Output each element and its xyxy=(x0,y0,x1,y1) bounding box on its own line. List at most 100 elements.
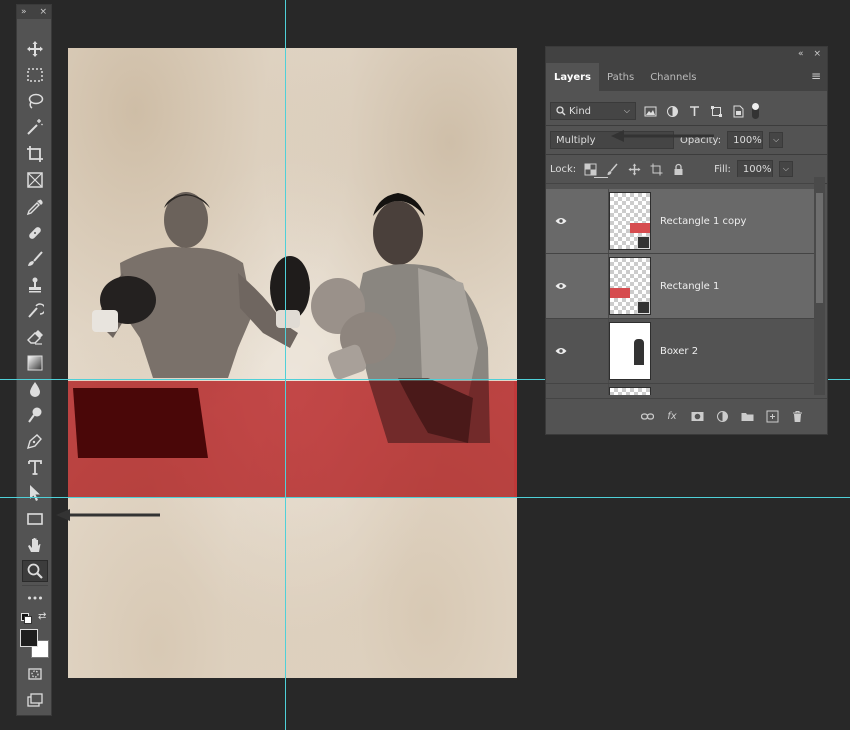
horizontal-guide-bottom[interactable] xyxy=(0,497,850,498)
lock-artboard-icon[interactable] xyxy=(648,161,664,177)
blend-mode-value: Multiply xyxy=(556,134,596,146)
boxer-1-image xyxy=(73,192,490,458)
link-layers-icon[interactable] xyxy=(639,409,655,425)
opacity-dropdown-icon[interactable]: ⌵ xyxy=(769,132,784,148)
lock-image-pixels-icon[interactable] xyxy=(604,161,620,177)
rectangle-edge-glow xyxy=(514,381,517,498)
swap-colors-icon[interactable]: ⇄ xyxy=(38,611,46,622)
lock-transparent-pixels-icon[interactable] xyxy=(582,161,598,177)
eyedropper-tool[interactable] xyxy=(22,196,48,218)
filter-type-icon[interactable] xyxy=(686,103,702,119)
tools-panel-header: » × xyxy=(17,5,51,19)
scrollbar-thumb[interactable] xyxy=(816,193,823,303)
clone-stamp-icon xyxy=(29,277,41,293)
crop-tool[interactable] xyxy=(22,143,48,165)
frame-tool[interactable] xyxy=(22,169,48,191)
pen-tool[interactable] xyxy=(22,430,48,452)
hand-tool[interactable] xyxy=(22,534,48,556)
shape-layer-icon xyxy=(637,301,650,314)
default-colors-icon[interactable] xyxy=(21,613,32,624)
visibility-eye-icon[interactable] xyxy=(546,217,576,225)
frame-icon xyxy=(27,172,43,188)
chevron-down-icon: ⌵ xyxy=(623,106,630,115)
type-tool[interactable] xyxy=(22,456,48,478)
visibility-eye-icon[interactable] xyxy=(546,347,576,355)
pen-icon xyxy=(26,434,42,450)
layer-rectangle-1[interactable]: Rectangle 1 xyxy=(546,254,816,319)
filter-pixel-icon[interactable] xyxy=(642,103,658,119)
filter-kind-value: Kind xyxy=(569,105,592,117)
hand-icon xyxy=(28,538,41,552)
foreground-color-swatch[interactable] xyxy=(20,629,38,647)
document-canvas[interactable] xyxy=(68,48,517,678)
tab-channels[interactable]: Channels xyxy=(642,63,704,91)
rectangle-icon xyxy=(27,513,43,525)
screen-mode-icon xyxy=(27,693,43,707)
link-column xyxy=(576,189,609,253)
layer-name[interactable]: Boxer 2 xyxy=(660,346,698,357)
collapse-icon[interactable]: » xyxy=(21,7,27,17)
magic-wand-tool[interactable] xyxy=(22,116,48,138)
collapse-panel-icon[interactable]: « xyxy=(798,49,804,59)
history-brush-tool[interactable] xyxy=(22,300,48,322)
annotation-arrow-rectangle-tool xyxy=(56,509,160,521)
filter-shape-icon[interactable] xyxy=(708,103,724,119)
quick-mask-icon xyxy=(28,668,42,680)
blur-tool[interactable] xyxy=(22,378,48,400)
crop-icon xyxy=(27,146,43,162)
eraser-tool[interactable] xyxy=(22,326,48,348)
lock-position-icon[interactable] xyxy=(626,161,642,177)
layer-rectangle-1-copy[interactable]: Rectangle 1 copy xyxy=(546,189,816,254)
add-mask-icon[interactable] xyxy=(689,409,705,425)
layer-filter-row: Kind ⌵ xyxy=(546,97,827,125)
close-icon[interactable]: × xyxy=(39,7,47,17)
clone-stamp-tool[interactable] xyxy=(22,274,48,296)
shape-layer-icon xyxy=(637,236,650,249)
new-group-icon[interactable] xyxy=(739,409,755,425)
marquee-tool[interactable] xyxy=(22,64,48,86)
more-tools-icon xyxy=(28,596,42,600)
layer-list-scrollbar[interactable] xyxy=(814,177,825,395)
move-tool[interactable] xyxy=(22,38,48,60)
layer-boxer-2[interactable]: Boxer 2 xyxy=(546,319,816,384)
brush-icon xyxy=(28,251,43,266)
gradient-tool[interactable] xyxy=(22,352,48,374)
path-selection-icon xyxy=(30,485,40,501)
vertical-guide[interactable] xyxy=(285,0,286,730)
quick-mask-button[interactable] xyxy=(22,663,48,685)
filter-adjustment-icon[interactable] xyxy=(664,103,680,119)
layer-name[interactable]: Rectangle 1 copy xyxy=(660,216,746,227)
zoom-tool[interactable] xyxy=(22,560,48,582)
rectangle-1-shape[interactable] xyxy=(68,381,517,498)
visibility-eye-icon[interactable] xyxy=(546,282,576,290)
toolbar-separator xyxy=(22,585,48,586)
layer-thumbnail xyxy=(609,192,651,250)
filter-smart-object-icon[interactable] xyxy=(730,103,746,119)
zoom-icon xyxy=(27,563,43,579)
lock-all-icon[interactable] xyxy=(670,161,686,177)
fill-label: Fill: xyxy=(714,163,731,175)
blur-icon xyxy=(30,382,40,397)
fill-input[interactable]: 100% xyxy=(736,160,773,178)
adjustment-layer-icon[interactable] xyxy=(714,409,730,425)
rectangle-tool[interactable] xyxy=(22,508,48,530)
screen-mode-button[interactable] xyxy=(22,689,48,711)
tab-layers[interactable]: Layers xyxy=(546,63,599,91)
lasso-tool[interactable] xyxy=(22,90,48,112)
close-panel-icon[interactable]: × xyxy=(813,49,821,59)
path-selection-tool[interactable] xyxy=(22,482,48,504)
healing-brush-tool[interactable] xyxy=(22,222,48,244)
panel-menu-icon[interactable]: ≡ xyxy=(811,69,821,83)
filter-toggle-icon[interactable] xyxy=(752,103,759,119)
dodge-tool[interactable] xyxy=(22,404,48,426)
fx-icon[interactable]: fx xyxy=(664,409,680,425)
delete-layer-icon[interactable] xyxy=(789,409,805,425)
fill-dropdown-icon[interactable]: ⌵ xyxy=(778,161,793,177)
tab-paths[interactable]: Paths xyxy=(599,63,642,91)
filter-kind-select[interactable]: Kind ⌵ xyxy=(550,102,636,120)
new-layer-icon[interactable] xyxy=(764,409,780,425)
more-tools-button[interactable] xyxy=(22,587,48,609)
layer-name[interactable]: Rectangle 1 xyxy=(660,281,719,292)
opacity-input[interactable]: 100% xyxy=(727,131,764,149)
brush-tool[interactable] xyxy=(22,248,48,270)
